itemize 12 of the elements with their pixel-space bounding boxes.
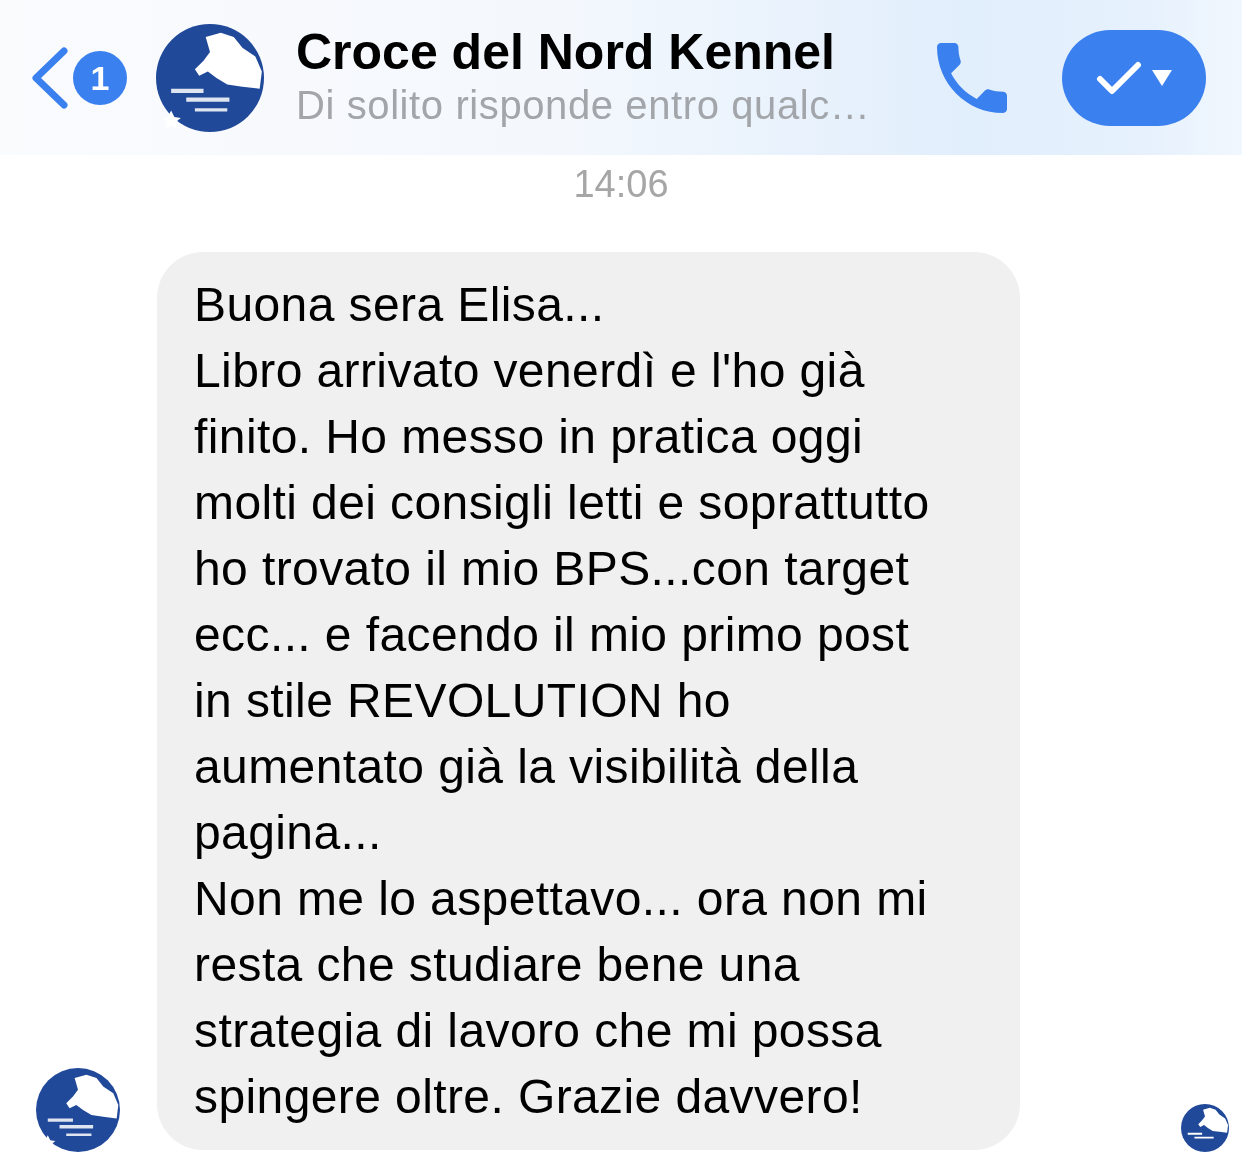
phone-icon[interactable] (937, 42, 1007, 113)
check-icon (1096, 60, 1142, 95)
contact-name: Croce del Nord Kennel (296, 22, 836, 81)
avatar-icon (36, 1068, 120, 1152)
message-bubble: Buona sera Elisa... Libro arrivato venerdì e l'ho già finito. Ho messo in pratica oggi molti dei consigli letti e soprattutto ho trovato il mio BPS...con target ecc... e facendo il mio primo post in stile REVOLUTION ho aumentato già la visibilità della pagina... Non me lo aspettavo... ora non mi resta che studiare bene una strategia di lavoro che mi possa spingere oltre. Grazie davvero! (157, 252, 1020, 1150)
unread-badge: 1 (73, 50, 127, 105)
chevron-left-icon (30, 46, 70, 109)
back-button[interactable] (30, 46, 70, 109)
caret-icon (1152, 69, 1172, 86)
status-text: Di solito risponde entro qualc… (296, 81, 872, 129)
avatar-icon (156, 23, 264, 132)
timestamp: 14:06 (573, 163, 669, 205)
